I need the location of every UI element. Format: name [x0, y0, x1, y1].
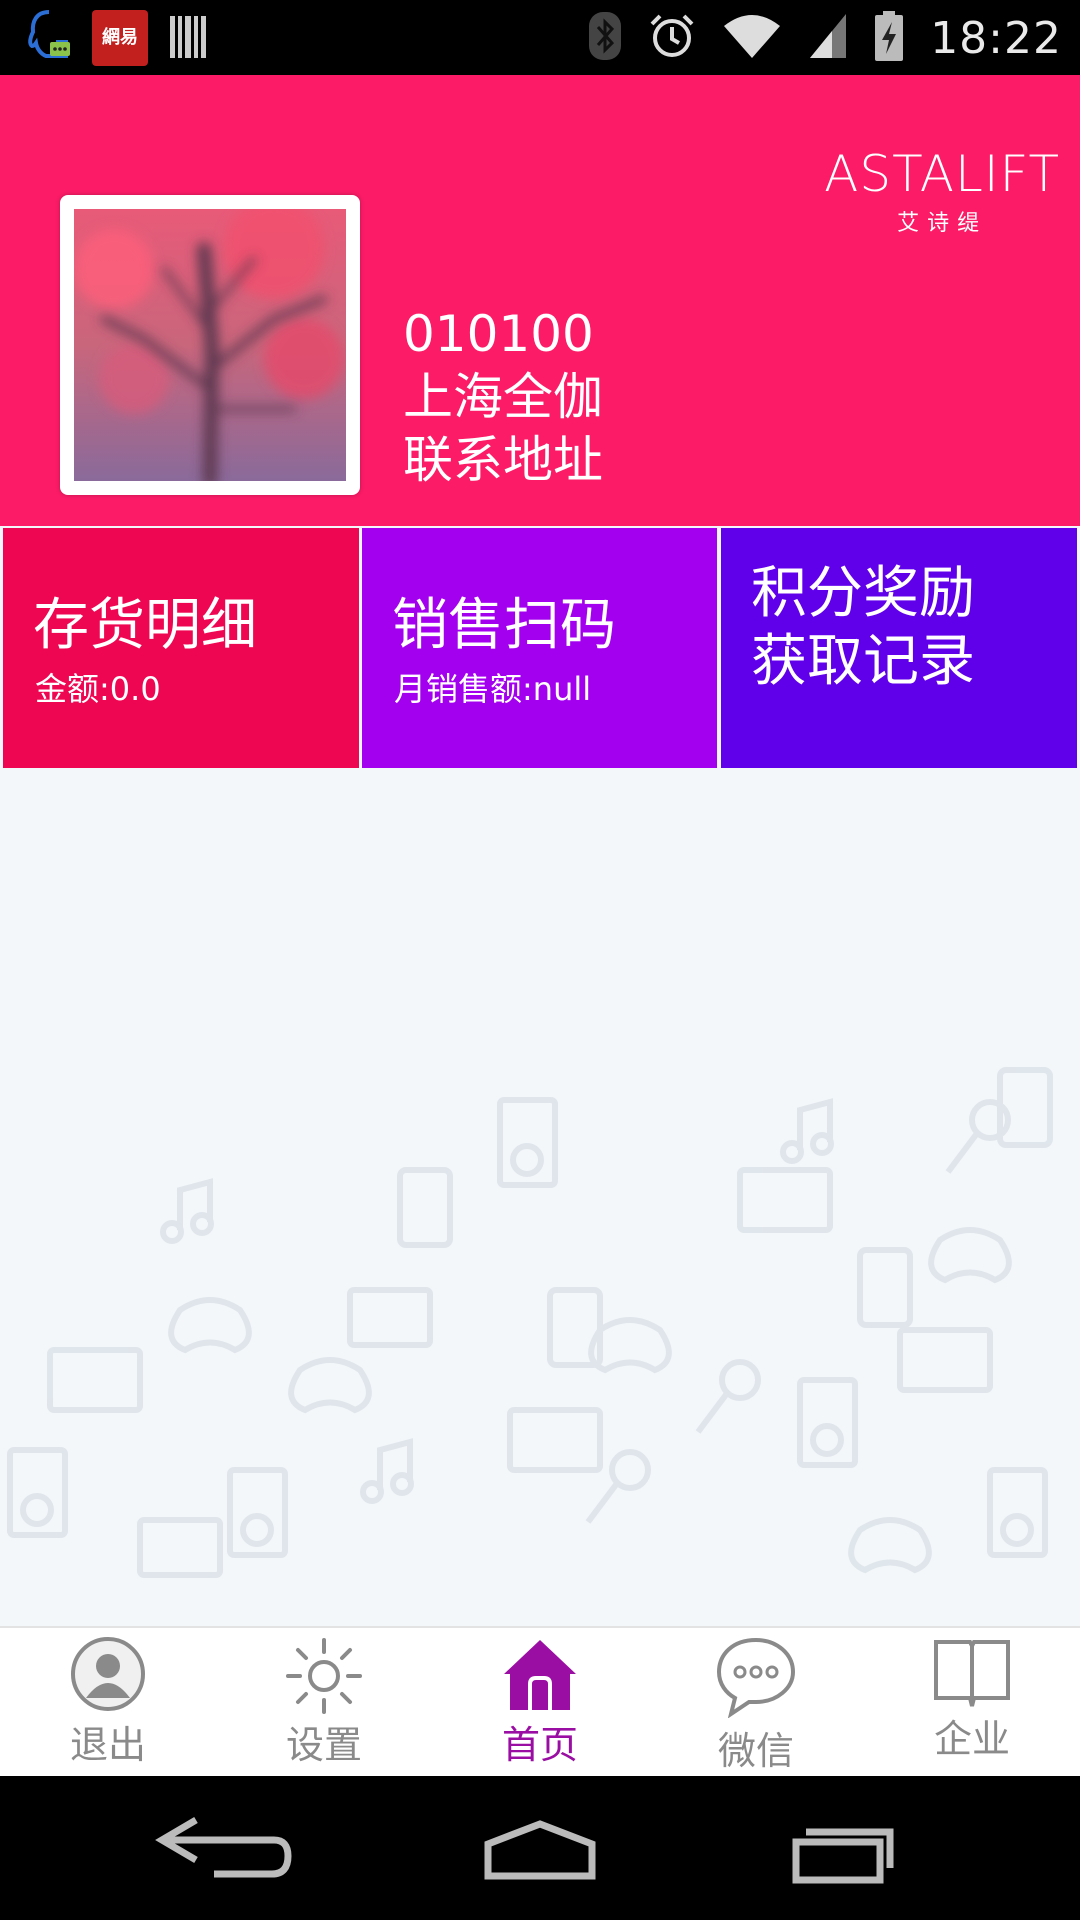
bottom-nav: 退出 设置 首页 微信 企业	[0, 1626, 1080, 1776]
content-area	[0, 770, 1080, 1626]
store-info: 010100 上海全伽 联系地址	[403, 303, 603, 492]
profile-header: ASTALIFT 艾诗缇 010100 上海全伽 联系地址	[0, 75, 1080, 526]
signal-icon	[808, 12, 848, 64]
inventory-detail-tile[interactable]: 存货明细 金额:0.0	[3, 528, 359, 768]
nav-label: 退出	[69, 1723, 146, 1767]
home-button[interactable]	[484, 1820, 596, 1880]
book-icon	[934, 1640, 1010, 1707]
bluetooth-icon	[588, 11, 622, 65]
recent-apps-button[interactable]	[792, 1828, 894, 1884]
feature-tiles: 存货明细 金额:0.0 销售扫码 月销售额:null 积分奖励 获取记录	[0, 526, 1080, 770]
sun-settings-icon	[286, 1638, 362, 1714]
points-reward-tile[interactable]: 积分奖励 获取记录	[721, 528, 1077, 768]
home-icon	[504, 1640, 576, 1710]
brand-name: ASTALIFT	[824, 145, 1060, 203]
netease-app-icon: 網易	[92, 10, 148, 66]
tile-title: 积分奖励 获取记录	[751, 560, 975, 696]
status-time: 18:22	[930, 12, 1062, 64]
nav-wechat[interactable]: 微信	[648, 1628, 864, 1778]
tile-title: 存货明细	[33, 593, 257, 658]
wifi-icon	[722, 12, 782, 64]
brand-subtitle: 艾诗缇	[897, 211, 988, 236]
nav-home[interactable]: 首页	[432, 1628, 648, 1778]
store-address: 联系地址	[403, 431, 603, 489]
sales-scan-tile[interactable]: 销售扫码 月销售额:null	[362, 528, 717, 768]
store-code: 010100	[403, 305, 594, 363]
nav-label: 设置	[285, 1723, 362, 1767]
nav-settings[interactable]: 设置	[216, 1628, 432, 1778]
chat-bubble-icon	[716, 1637, 796, 1718]
nav-label: 首页	[501, 1723, 578, 1767]
battery-charging-icon	[874, 10, 904, 66]
nav-label: 微信	[717, 1729, 794, 1773]
avatar[interactable]	[60, 195, 360, 495]
tile-subtitle: 金额:0.0	[35, 670, 161, 708]
system-nav-bar	[0, 1776, 1080, 1920]
user-icon	[71, 1637, 145, 1711]
nav-label: 企业	[933, 1717, 1010, 1761]
store-name: 上海全伽	[403, 368, 603, 426]
tile-title-line1: 积分奖励	[751, 561, 975, 626]
nav-exit[interactable]: 退出	[0, 1628, 216, 1778]
tile-subtitle: 月销售额:null	[394, 670, 592, 708]
status-bar: 網易 18:22	[0, 0, 1080, 75]
tile-title-line2: 获取记录	[751, 629, 975, 694]
tile-title: 销售扫码	[392, 593, 616, 658]
back-button[interactable]	[155, 1816, 292, 1878]
qq-icon	[26, 8, 72, 68]
barcode-icon	[168, 12, 208, 64]
tree-photo	[74, 209, 346, 481]
nav-enterprise[interactable]: 企业	[864, 1628, 1080, 1778]
alarm-icon	[648, 12, 696, 64]
brand-logo: ASTALIFT 艾诗缇	[824, 145, 1060, 237]
background-pattern	[7, 1067, 1053, 1578]
